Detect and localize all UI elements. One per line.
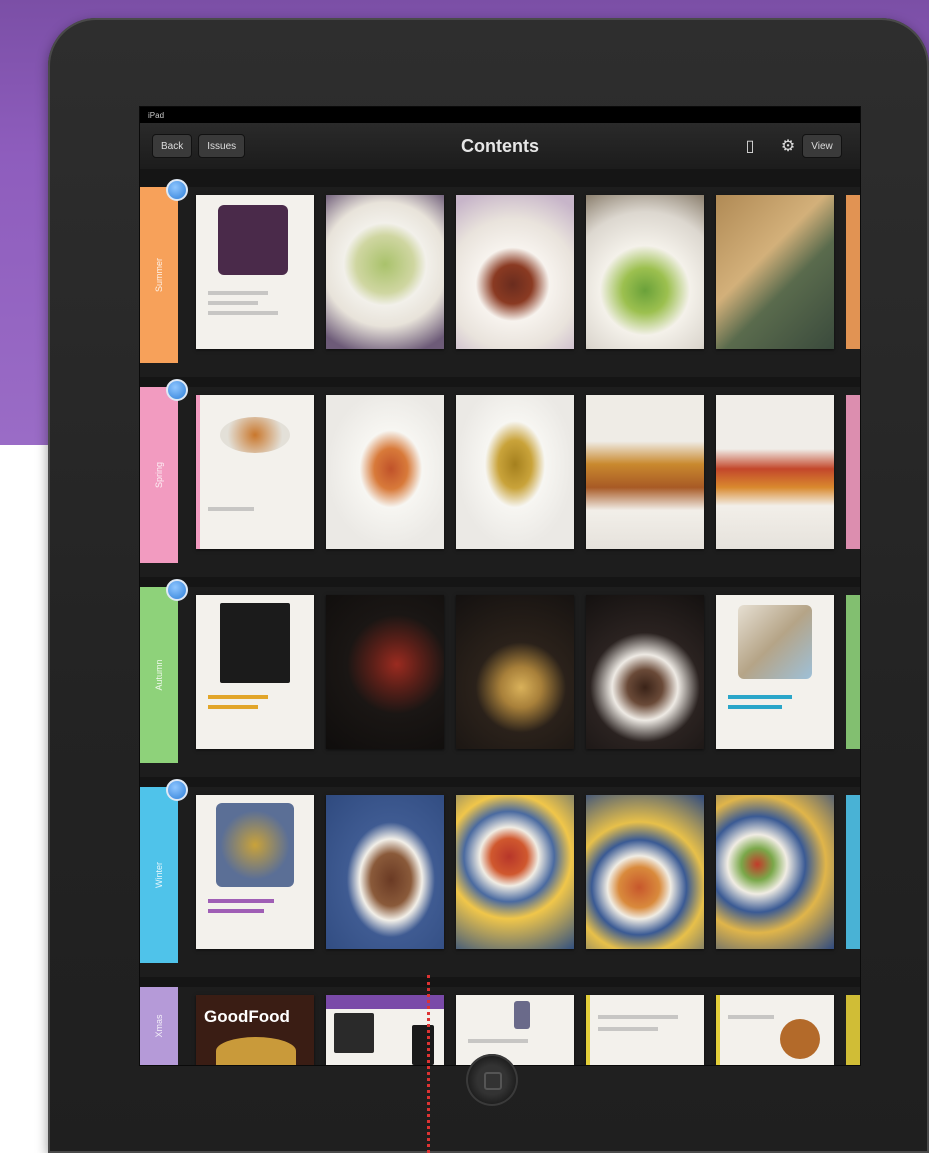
back-button[interactable]: Back [152, 134, 193, 158]
section-row-autumn: Autumn [140, 579, 860, 777]
carrier-label: iPad [148, 110, 165, 120]
row-scroll-edge [846, 595, 860, 749]
recipe-thumbnail[interactable] [586, 395, 704, 549]
recipe-thumbnail[interactable] [456, 395, 574, 549]
row-scroll-edge [846, 795, 860, 949]
issues-button[interactable]: Issues [198, 134, 246, 158]
section-tab-winter[interactable]: Winter [140, 787, 178, 963]
recipe-thumbnail[interactable] [716, 595, 834, 749]
recipe-thumbnail[interactable] [716, 995, 834, 1065]
grid-icon[interactable]: ▯ [736, 134, 764, 158]
section-tab-label: Xmas [154, 1014, 164, 1038]
section-row-summer: Summer [140, 179, 860, 377]
recipe-thumbnail[interactable] [456, 995, 574, 1065]
app-screen: iPad Back Issues Contents ▯ ⚙ View Summe… [139, 106, 861, 1066]
recipe-thumbnail[interactable] [326, 595, 444, 749]
recipe-thumbnail[interactable]: GoodFood [196, 995, 314, 1065]
recipe-thumbnail[interactable] [716, 195, 834, 349]
recipe-thumbnail[interactable] [456, 795, 574, 949]
navigation-bar: Back Issues Contents ▯ ⚙ View [140, 123, 860, 169]
section-tab-label: Spring [154, 461, 164, 489]
recipe-thumbnail[interactable] [326, 795, 444, 949]
recipe-thumbnail[interactable] [196, 195, 314, 349]
recipe-thumbnail[interactable] [196, 795, 314, 949]
status-bar: iPad [140, 107, 860, 123]
recipe-thumbnail[interactable] [326, 395, 444, 549]
recipe-thumbnail[interactable] [326, 195, 444, 349]
row-scroll-edge [846, 995, 860, 1065]
section-tab-autumn[interactable]: Autumn [140, 587, 178, 763]
row-scroll-edge [846, 195, 860, 349]
recipe-thumbnail[interactable] [586, 595, 704, 749]
new-badge-icon [166, 779, 188, 801]
recipe-thumbnail[interactable] [456, 195, 574, 349]
dotted-guide-line [427, 975, 430, 1153]
new-badge-icon [166, 379, 188, 401]
section-row-winter: Winter [140, 779, 860, 977]
home-button[interactable] [466, 1054, 518, 1106]
new-badge-icon [166, 579, 188, 601]
section-tab-spring[interactable]: Spring [140, 387, 178, 563]
magazine-logo: GoodFood [204, 1007, 290, 1026]
recipe-thumbnail[interactable] [586, 795, 704, 949]
recipe-thumbnail[interactable] [586, 195, 704, 349]
section-tab-label: Summer [154, 257, 164, 293]
section-row-xmas: Xmas GoodFood [140, 987, 860, 1065]
recipe-thumbnail[interactable] [196, 395, 314, 549]
settings-icon[interactable]: ⚙ [774, 134, 802, 158]
section-tab-label: Autumn [154, 659, 164, 691]
section-tab-label: Winter [154, 861, 164, 889]
recipe-thumbnail[interactable] [196, 595, 314, 749]
section-tab-xmas[interactable]: Xmas [140, 987, 178, 1065]
recipe-thumbnail[interactable] [716, 795, 834, 949]
recipe-thumbnail[interactable] [456, 595, 574, 749]
section-tab-summer[interactable]: Summer [140, 187, 178, 363]
view-button[interactable]: View [802, 134, 842, 158]
recipe-thumbnail[interactable] [586, 995, 704, 1065]
recipe-thumbnail[interactable] [716, 395, 834, 549]
new-badge-icon [166, 179, 188, 201]
row-scroll-edge [846, 395, 860, 549]
section-row-spring: Spring [140, 379, 860, 577]
